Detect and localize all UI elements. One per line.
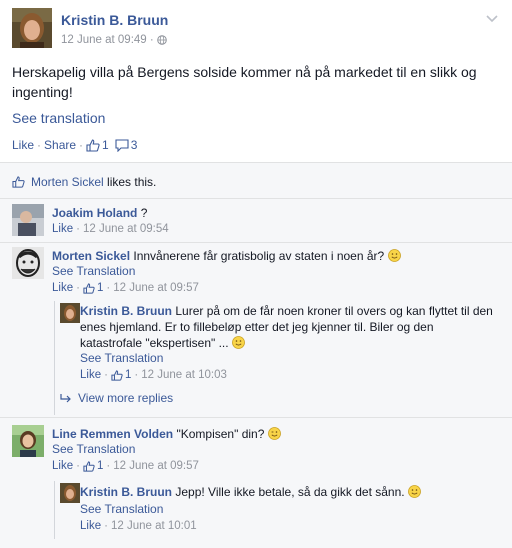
comment-author[interactable]: Line Remmen Volden	[52, 427, 173, 441]
thumbs-up-icon[interactable]	[83, 460, 95, 472]
divider	[0, 242, 512, 243]
likes-suffix: likes this.	[107, 175, 157, 189]
chevron-down-icon[interactable]	[486, 14, 498, 24]
comment-like-link[interactable]: Like	[52, 223, 73, 235]
liker-name[interactable]: Morten Sickel	[31, 175, 104, 189]
likes-summary: Morten Sickel likes this.	[12, 175, 156, 189]
view-more-replies-link[interactable]: View more replies	[60, 391, 173, 405]
comment-author[interactable]: Morten Sickel	[52, 249, 130, 263]
post-meta: 12 June at 09:49 ·	[61, 34, 167, 46]
wink-emoji-icon	[267, 427, 281, 440]
post-text: Herskapelig villa på Bergens solside kom…	[12, 64, 477, 100]
comment-timestamp[interactable]: 12 June at 09:54	[83, 223, 169, 235]
reply-author[interactable]: Kristin B. Bruun	[80, 485, 172, 499]
smiley-emoji-icon	[232, 336, 245, 349]
divider	[0, 198, 512, 199]
reply-text: Kristin B. Bruun Lurer på om de får noen…	[80, 304, 493, 350]
see-translation-link[interactable]: See Translation	[80, 502, 163, 516]
reply-like-link[interactable]: Like	[80, 520, 101, 532]
reply-text: Kristin B. Bruun Jepp! Ville ikke betale…	[80, 484, 498, 500]
comment-timestamp[interactable]: 12 June at 09:57	[113, 460, 199, 472]
reply-arrow-icon	[60, 394, 71, 403]
author-avatar[interactable]	[12, 8, 52, 48]
like-count[interactable]: 1	[102, 138, 109, 152]
reply-meta: Like · 12 June at 10:01	[80, 520, 197, 532]
thumbs-up-icon	[12, 176, 25, 188]
smiley-emoji-icon	[387, 249, 401, 262]
comment-text: Joakim Holand ?	[52, 206, 148, 220]
thumbs-up-icon[interactable]	[86, 138, 100, 152]
comment-meta: Like · 1 · 12 June at 09:57	[52, 282, 199, 294]
see-translation-link[interactable]: See translation	[12, 110, 105, 126]
reply-like-link[interactable]: Like	[80, 369, 101, 381]
reply-avatar[interactable]	[60, 303, 80, 323]
globe-icon	[157, 35, 167, 45]
comment-text: Line Remmen Volden "Kompisen" din?	[52, 426, 492, 442]
commenter-avatar[interactable]	[12, 204, 44, 236]
post-actions: Like · Share · 1 3	[12, 138, 138, 152]
smiley-emoji-icon	[408, 485, 421, 498]
reply-thread-line	[54, 481, 55, 539]
reply-timestamp[interactable]: 12 June at 10:01	[111, 520, 197, 532]
reply-avatar[interactable]	[60, 483, 80, 503]
post-timestamp[interactable]: 12 June at 09:49	[61, 34, 147, 46]
thumbs-up-icon[interactable]	[83, 282, 95, 294]
reply-timestamp[interactable]: 12 June at 10:03	[141, 369, 227, 381]
reply-thread-line	[54, 301, 55, 415]
comment-author[interactable]: Joakim Holand	[52, 206, 137, 220]
comment-meta: Like · 12 June at 09:54	[52, 223, 169, 235]
comment-text: Morten Sickel Innvånerene får gratisboli…	[52, 248, 492, 264]
commenter-avatar[interactable]	[12, 425, 44, 457]
divider	[0, 417, 512, 418]
reply-meta: Like · 1 · 12 June at 10:03	[80, 369, 227, 381]
share-link[interactable]: Share	[44, 138, 76, 152]
comment-count[interactable]: 3	[131, 138, 138, 152]
comment-like-link[interactable]: Like	[52, 460, 73, 472]
see-translation-link[interactable]: See Translation	[52, 264, 135, 278]
see-translation-link[interactable]: See Translation	[80, 351, 163, 365]
commenter-avatar[interactable]	[12, 247, 44, 279]
thumbs-up-icon[interactable]	[111, 369, 123, 381]
post-author-name[interactable]: Kristin B. Bruun	[61, 12, 168, 28]
comment-meta: Like · 1 · 12 June at 09:57	[52, 460, 199, 472]
comments-section: Morten Sickel likes this. Joakim Holand …	[0, 162, 512, 548]
comment-timestamp[interactable]: 12 June at 09:57	[113, 282, 199, 294]
facebook-post-card: Kristin B. Bruun 12 June at 09:49 · Hers…	[0, 0, 512, 548]
comment-bubble-icon[interactable]	[115, 138, 129, 152]
comment-like-link[interactable]: Like	[52, 282, 73, 294]
see-translation-link[interactable]: See Translation	[52, 442, 135, 456]
post: Kristin B. Bruun 12 June at 09:49 · Hers…	[0, 0, 512, 162]
reply-author[interactable]: Kristin B. Bruun	[80, 304, 172, 318]
like-link[interactable]: Like	[12, 138, 34, 152]
